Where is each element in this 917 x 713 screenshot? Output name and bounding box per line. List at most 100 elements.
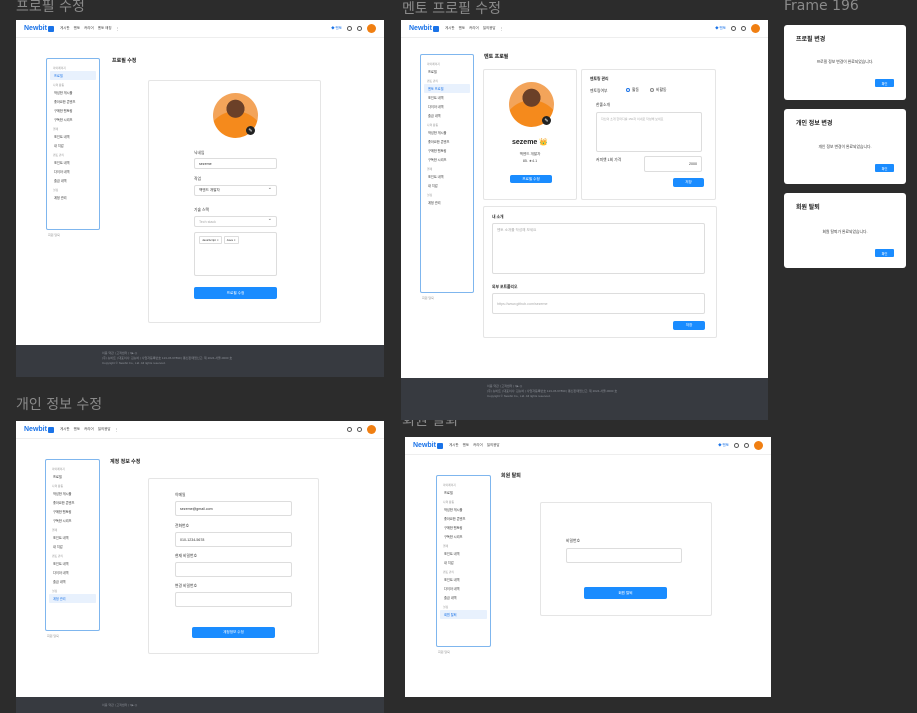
sidebar-item[interactable]: 출금 내역 bbox=[49, 577, 96, 586]
sidebar-item[interactable]: 포인트 내역 bbox=[424, 172, 470, 181]
avatar[interactable] bbox=[754, 441, 763, 450]
sidebar-item[interactable]: 포인트 내역 bbox=[50, 132, 96, 141]
nav-link[interactable]: 커리어 bbox=[84, 427, 94, 432]
mentor-profile-edit-button[interactable]: 프로필 수정 bbox=[510, 175, 552, 183]
sidebar-item[interactable]: 작성한 게시물 bbox=[50, 88, 96, 97]
chat-icon[interactable] bbox=[347, 26, 352, 31]
sidebar-item-profile[interactable]: 프로필 bbox=[49, 472, 96, 481]
profile-submit-button[interactable]: 프로필 수정 bbox=[194, 287, 277, 299]
about-textarea[interactable]: 멘토 소개를 작성해 보세요 bbox=[492, 223, 705, 274]
sidebar-item[interactable]: 좋아요한 콘텐츠 bbox=[424, 137, 470, 146]
intro-textarea[interactable]: 자신의 소개 한마디를 150자 이내로 작성해 보세요 bbox=[596, 112, 702, 152]
password-input[interactable] bbox=[566, 548, 682, 563]
sidebar-item[interactable]: 구매한 멘토링 bbox=[49, 507, 96, 516]
sidebar-item[interactable]: 포인트 내역 bbox=[49, 559, 96, 568]
job-select[interactable]: 백엔드 개발자 bbox=[194, 185, 277, 196]
sidebar-item[interactable]: 포인트 내역 bbox=[440, 575, 487, 584]
sidebar-item-withdraw[interactable]: 회원 탈퇴 bbox=[440, 610, 487, 619]
newbit-logo[interactable]: Newbit bbox=[409, 25, 439, 32]
bell-icon[interactable] bbox=[744, 443, 749, 448]
withdraw-link[interactable]: 회원 탈퇴 bbox=[47, 634, 59, 638]
sidebar-item[interactable]: 좋아요한 콘텐츠 bbox=[440, 514, 487, 523]
skill-select[interactable]: Tech stack bbox=[194, 216, 277, 227]
more-icon[interactable]: ⋮ bbox=[500, 27, 504, 31]
withdraw-link[interactable]: 회원 탈퇴 bbox=[438, 650, 450, 654]
sidebar-item[interactable]: 내 지갑 bbox=[50, 141, 96, 150]
pencil-icon[interactable]: ✎ bbox=[246, 126, 255, 135]
phone-input[interactable]: 010-1234-5678 bbox=[175, 532, 292, 547]
sidebar-item[interactable]: 다이아 내역 bbox=[440, 584, 487, 593]
sidebar-item[interactable]: 구독한 시리즈 bbox=[50, 115, 96, 124]
sidebar-item[interactable]: 다이아 내역 bbox=[49, 568, 96, 577]
sidebar-item[interactable]: 좋아요한 콘텐츠 bbox=[49, 498, 96, 507]
sidebar-item[interactable]: 내 지갑 bbox=[440, 558, 487, 567]
sidebar-item[interactable]: 작성한 게시물 bbox=[440, 505, 487, 514]
nav-link[interactable]: 멘토 bbox=[459, 26, 465, 31]
sidebar-item[interactable]: 구독한 시리즈 bbox=[49, 516, 96, 525]
sidebar-item[interactable]: 출금 내역 bbox=[50, 176, 96, 185]
nav-link[interactable]: 게시판 bbox=[60, 26, 70, 31]
intro-save-button[interactable]: 저장 bbox=[673, 321, 705, 330]
sidebar-item[interactable]: 구매한 멘토링 bbox=[440, 523, 487, 532]
more-icon[interactable]: ⋮ bbox=[116, 27, 120, 31]
tag-chip[interactable]: Java × bbox=[223, 236, 239, 244]
sidebar-item[interactable]: 내 지갑 bbox=[424, 181, 470, 190]
password-input[interactable] bbox=[175, 562, 292, 577]
sidebar-item[interactable]: 포인트 내역 bbox=[440, 549, 487, 558]
nav-link[interactable]: 멘토 bbox=[463, 443, 469, 448]
sidebar-item[interactable]: 출금 내역 bbox=[440, 593, 487, 602]
nav-link[interactable]: 커리어 bbox=[469, 26, 479, 31]
portfolio-link-input[interactable]: https://www.github.com/sezeme bbox=[492, 293, 705, 314]
sidebar-item[interactable]: 출금 내역 bbox=[424, 111, 470, 120]
nickname-input[interactable]: sezeme bbox=[194, 158, 277, 169]
sidebar-item[interactable]: 다이아 내역 bbox=[50, 167, 96, 176]
sidebar-item[interactable]: 좋아요한 콘텐츠 bbox=[50, 97, 96, 106]
email-input[interactable]: sezeme@gmail.com bbox=[175, 501, 292, 516]
nav-link[interactable]: 멘토 매칭 bbox=[98, 26, 112, 31]
footer-links[interactable]: 이용 약관 | 고객센터 | f ▶ ◎ bbox=[102, 703, 298, 708]
sidebar-item-account[interactable]: 계정 관리 bbox=[50, 193, 96, 202]
chat-icon[interactable] bbox=[734, 443, 739, 448]
sidebar-item[interactable]: 내 지갑 bbox=[49, 542, 96, 551]
nav-link[interactable]: 게시판 bbox=[60, 427, 70, 432]
avatar[interactable] bbox=[367, 425, 376, 434]
sidebar-item[interactable]: 구매한 멘토링 bbox=[424, 146, 470, 155]
chat-icon[interactable] bbox=[731, 26, 736, 31]
sidebar-item[interactable]: 구매한 멘토링 bbox=[50, 106, 96, 115]
account-submit-button[interactable]: 계정정보 수정 bbox=[192, 627, 275, 638]
nav-link[interactable]: 커리어 bbox=[84, 26, 94, 31]
sidebar-item[interactable]: 다이아 내역 bbox=[424, 102, 470, 111]
avatar[interactable] bbox=[367, 24, 376, 33]
newbit-logo[interactable]: Newbit bbox=[413, 442, 443, 449]
radio-off[interactable]: 비활동 bbox=[650, 88, 666, 93]
dialog-confirm-button[interactable]: 확인 bbox=[875, 164, 894, 172]
sidebar-item[interactable]: 작성한 게시물 bbox=[49, 489, 96, 498]
nav-link[interactable]: 질의응답 bbox=[487, 443, 500, 448]
bell-icon[interactable] bbox=[741, 26, 746, 31]
mentor-badge[interactable]: ◆ 멘토 bbox=[331, 26, 342, 31]
more-icon[interactable]: ⋮ bbox=[115, 428, 119, 432]
price-input[interactable]: 2000 bbox=[644, 156, 702, 172]
nav-link[interactable]: 멘토 bbox=[74, 26, 80, 31]
avatar[interactable] bbox=[751, 24, 760, 33]
newbit-logo[interactable]: Newbit bbox=[24, 426, 54, 433]
sidebar-item-account[interactable]: 계정 관리 bbox=[49, 594, 96, 603]
nav-link[interactable]: 질의응답 bbox=[483, 26, 496, 31]
sidebar-item-profile[interactable]: 프로필 bbox=[440, 488, 487, 497]
sidebar-item[interactable]: 포인트 내역 bbox=[49, 533, 96, 542]
sidebar-item-profile[interactable]: 프로필 bbox=[50, 71, 96, 80]
sidebar-item[interactable]: 포인트 내역 bbox=[424, 93, 470, 102]
nav-link[interactable]: 멘토 bbox=[74, 427, 80, 432]
withdraw-submit-button[interactable]: 회원 탈퇴 bbox=[584, 587, 667, 599]
bell-icon[interactable] bbox=[357, 427, 362, 432]
sidebar-item[interactable]: 구독한 시리즈 bbox=[424, 155, 470, 164]
chat-icon[interactable] bbox=[347, 427, 352, 432]
mentor-badge[interactable]: ◆ 멘토 bbox=[718, 443, 729, 448]
nav-link[interactable]: 게시판 bbox=[449, 443, 459, 448]
sidebar-item-account[interactable]: 계정 관리 bbox=[424, 198, 470, 207]
nav-link[interactable]: 질의응답 bbox=[98, 427, 111, 432]
new-password-input[interactable] bbox=[175, 592, 292, 607]
bell-icon[interactable] bbox=[357, 26, 362, 31]
settings-save-button[interactable]: 저장 bbox=[673, 178, 704, 187]
dialog-confirm-button[interactable]: 확인 bbox=[875, 79, 894, 87]
